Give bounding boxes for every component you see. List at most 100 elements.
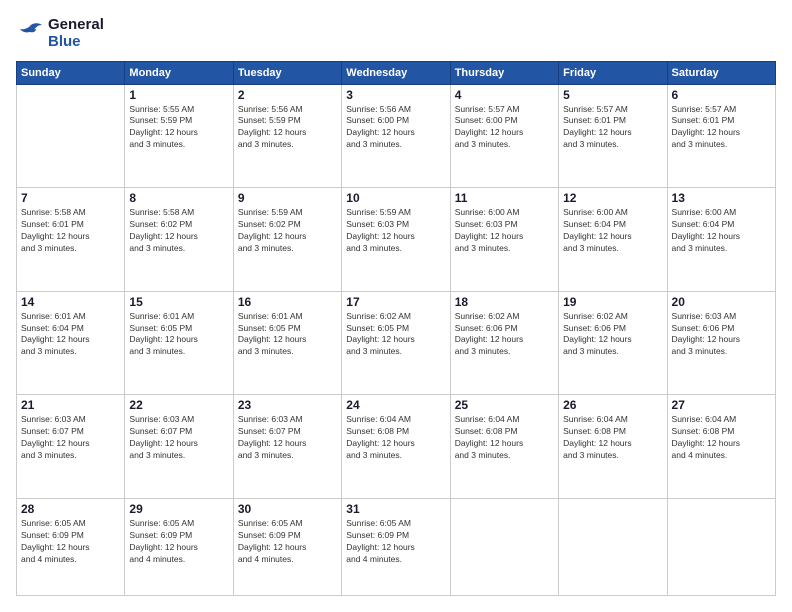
day-info: Sunrise: 6:04 AM Sunset: 6:08 PM Dayligh…	[455, 414, 554, 462]
day-number: 22	[129, 398, 228, 412]
day-info: Sunrise: 6:02 AM Sunset: 6:06 PM Dayligh…	[455, 311, 554, 359]
calendar-week-row: 21 Sunrise: 6:03 AM Sunset: 6:07 PM Dayli…	[17, 395, 776, 499]
calendar-day-cell: 17Sunrise: 6:02 AM Sunset: 6:05 PM Dayli…	[342, 291, 450, 395]
day-number: 14	[21, 295, 120, 309]
calendar-day-cell: 11 Sunrise: 6:00 AM Sunset: 6:03 PM Dayli…	[450, 188, 558, 292]
day-info: Sunrise: 6:05 AM Sunset: 6:09 PM Dayligh…	[346, 518, 445, 566]
calendar-day-cell	[450, 498, 558, 595]
day-number: 9	[238, 191, 337, 205]
logo-text-line1: General	[48, 16, 104, 33]
day-number: 4	[455, 88, 554, 102]
calendar-day-cell: 13 Sunrise: 6:00 AM Sunset: 6:04 PM Dayli…	[667, 188, 775, 292]
calendar-week-row: 14 Sunrise: 6:01 AM Sunset: 6:04 PM Dayli…	[17, 291, 776, 395]
calendar-day-cell: 9 Sunrise: 5:59 AM Sunset: 6:02 PM Daylig…	[233, 188, 341, 292]
day-info: Sunrise: 6:03 AM Sunset: 6:07 PM Dayligh…	[129, 414, 228, 462]
calendar-day-cell: 3Sunrise: 5:56 AM Sunset: 6:00 PM Daylig…	[342, 84, 450, 188]
calendar-day-cell: 26 Sunrise: 6:04 AM Sunset: 6:08 PM Dayli…	[559, 395, 667, 499]
calendar-day-cell: 7Sunrise: 5:58 AM Sunset: 6:01 PM Daylig…	[17, 188, 125, 292]
day-info: Sunrise: 6:03 AM Sunset: 6:07 PM Dayligh…	[21, 414, 120, 462]
calendar-table: SundayMondayTuesdayWednesdayThursdayFrid…	[16, 61, 776, 597]
calendar-day-header: Monday	[125, 61, 233, 84]
calendar-day-cell: 22 Sunrise: 6:03 AM Sunset: 6:07 PM Dayli…	[125, 395, 233, 499]
calendar-day-cell: 19Sunrise: 6:02 AM Sunset: 6:06 PM Dayli…	[559, 291, 667, 395]
calendar-day-cell: 24 Sunrise: 6:04 AM Sunset: 6:08 PM Dayli…	[342, 395, 450, 499]
day-info: Sunrise: 5:56 AM Sunset: 5:59 PM Dayligh…	[238, 104, 337, 152]
day-info: Sunrise: 5:57 AM Sunset: 6:00 PM Dayligh…	[455, 104, 554, 152]
day-number: 3	[346, 88, 445, 102]
day-info: Sunrise: 6:03 AM Sunset: 6:06 PM Dayligh…	[672, 311, 771, 359]
day-number: 20	[672, 295, 771, 309]
day-number: 16	[238, 295, 337, 309]
calendar-day-header: Sunday	[17, 61, 125, 84]
day-info: Sunrise: 5:58 AM Sunset: 6:01 PM Dayligh…	[21, 207, 120, 255]
day-number: 27	[672, 398, 771, 412]
day-number: 26	[563, 398, 662, 412]
calendar-week-row: 1 Sunrise: 5:55 AM Sunset: 5:59 PM Daylig…	[17, 84, 776, 188]
calendar-day-cell: 18 Sunrise: 6:02 AM Sunset: 6:06 PM Dayli…	[450, 291, 558, 395]
day-number: 13	[672, 191, 771, 205]
logo-icon	[16, 22, 44, 44]
calendar-day-cell: 4 Sunrise: 5:57 AM Sunset: 6:00 PM Daylig…	[450, 84, 558, 188]
logo: General Blue	[16, 16, 104, 51]
day-info: Sunrise: 6:00 AM Sunset: 6:04 PM Dayligh…	[672, 207, 771, 255]
day-info: Sunrise: 6:01 AM Sunset: 6:05 PM Dayligh…	[238, 311, 337, 359]
calendar-day-header: Thursday	[450, 61, 558, 84]
day-info: Sunrise: 6:05 AM Sunset: 6:09 PM Dayligh…	[21, 518, 120, 566]
day-info: Sunrise: 6:04 AM Sunset: 6:08 PM Dayligh…	[672, 414, 771, 462]
day-number: 6	[672, 88, 771, 102]
day-number: 30	[238, 502, 337, 516]
calendar-week-row: 7Sunrise: 5:58 AM Sunset: 6:01 PM Daylig…	[17, 188, 776, 292]
calendar-day-cell: 16 Sunrise: 6:01 AM Sunset: 6:05 PM Dayli…	[233, 291, 341, 395]
calendar-day-cell: 23Sunrise: 6:03 AM Sunset: 6:07 PM Dayli…	[233, 395, 341, 499]
day-info: Sunrise: 6:01 AM Sunset: 6:04 PM Dayligh…	[21, 311, 120, 359]
calendar-day-header: Friday	[559, 61, 667, 84]
page: General Blue SundayMondayTuesdayWednesda…	[0, 0, 792, 612]
day-number: 2	[238, 88, 337, 102]
calendar-day-cell: 30Sunrise: 6:05 AM Sunset: 6:09 PM Dayli…	[233, 498, 341, 595]
calendar-day-cell: 6 Sunrise: 5:57 AM Sunset: 6:01 PM Daylig…	[667, 84, 775, 188]
day-number: 31	[346, 502, 445, 516]
day-info: Sunrise: 6:00 AM Sunset: 6:04 PM Dayligh…	[563, 207, 662, 255]
day-number: 1	[129, 88, 228, 102]
day-number: 24	[346, 398, 445, 412]
calendar-day-cell: 29Sunrise: 6:05 AM Sunset: 6:09 PM Dayli…	[125, 498, 233, 595]
day-info: Sunrise: 5:59 AM Sunset: 6:02 PM Dayligh…	[238, 207, 337, 255]
calendar-day-cell: 20 Sunrise: 6:03 AM Sunset: 6:06 PM Dayli…	[667, 291, 775, 395]
day-number: 8	[129, 191, 228, 205]
day-number: 29	[129, 502, 228, 516]
calendar-day-cell	[667, 498, 775, 595]
calendar-day-header: Saturday	[667, 61, 775, 84]
day-info: Sunrise: 5:58 AM Sunset: 6:02 PM Dayligh…	[129, 207, 228, 255]
calendar-day-cell: 21 Sunrise: 6:03 AM Sunset: 6:07 PM Dayli…	[17, 395, 125, 499]
calendar-day-cell: 15 Sunrise: 6:01 AM Sunset: 6:05 PM Dayli…	[125, 291, 233, 395]
day-info: Sunrise: 6:00 AM Sunset: 6:03 PM Dayligh…	[455, 207, 554, 255]
day-info: Sunrise: 6:02 AM Sunset: 6:05 PM Dayligh…	[346, 311, 445, 359]
calendar-day-cell: 1 Sunrise: 5:55 AM Sunset: 5:59 PM Daylig…	[125, 84, 233, 188]
day-number: 19	[563, 295, 662, 309]
day-info: Sunrise: 5:55 AM Sunset: 5:59 PM Dayligh…	[129, 104, 228, 152]
day-number: 18	[455, 295, 554, 309]
calendar-day-header: Tuesday	[233, 61, 341, 84]
logo-text-line2: Blue	[48, 33, 104, 50]
calendar-day-cell	[17, 84, 125, 188]
calendar-day-cell: 12 Sunrise: 6:00 AM Sunset: 6:04 PM Dayli…	[559, 188, 667, 292]
day-number: 11	[455, 191, 554, 205]
calendar-header-row: SundayMondayTuesdayWednesdayThursdayFrid…	[17, 61, 776, 84]
day-number: 15	[129, 295, 228, 309]
day-number: 12	[563, 191, 662, 205]
day-info: Sunrise: 6:04 AM Sunset: 6:08 PM Dayligh…	[346, 414, 445, 462]
day-number: 10	[346, 191, 445, 205]
calendar-day-cell: 14 Sunrise: 6:01 AM Sunset: 6:04 PM Dayli…	[17, 291, 125, 395]
day-info: Sunrise: 6:04 AM Sunset: 6:08 PM Dayligh…	[563, 414, 662, 462]
header: General Blue	[16, 16, 776, 51]
day-info: Sunrise: 6:01 AM Sunset: 6:05 PM Dayligh…	[129, 311, 228, 359]
day-number: 21	[21, 398, 120, 412]
calendar-day-cell: 25Sunrise: 6:04 AM Sunset: 6:08 PM Dayli…	[450, 395, 558, 499]
day-number: 5	[563, 88, 662, 102]
calendar-day-cell: 2 Sunrise: 5:56 AM Sunset: 5:59 PM Daylig…	[233, 84, 341, 188]
calendar-day-cell: 27 Sunrise: 6:04 AM Sunset: 6:08 PM Dayli…	[667, 395, 775, 499]
day-info: Sunrise: 5:57 AM Sunset: 6:01 PM Dayligh…	[672, 104, 771, 152]
calendar-week-row: 28 Sunrise: 6:05 AM Sunset: 6:09 PM Dayli…	[17, 498, 776, 595]
day-number: 28	[21, 502, 120, 516]
calendar-day-cell: 8 Sunrise: 5:58 AM Sunset: 6:02 PM Daylig…	[125, 188, 233, 292]
